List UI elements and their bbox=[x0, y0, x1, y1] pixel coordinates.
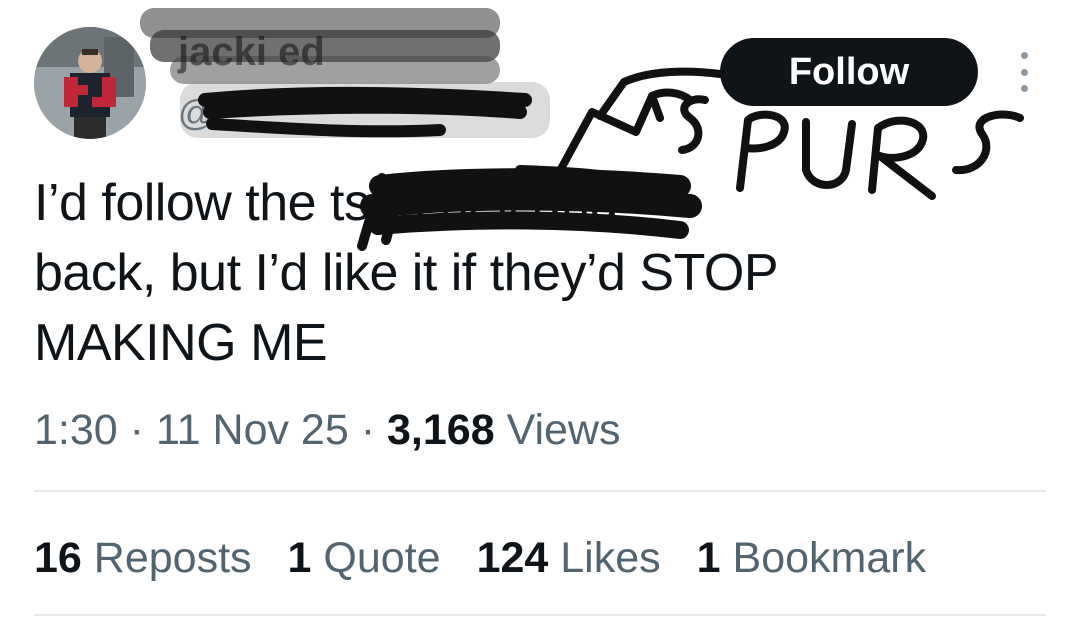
author-name-row[interactable]: jacki ed bbox=[178, 22, 325, 82]
tweet-text-line-1: I’d follow the ts to hell and bbox=[34, 174, 618, 232]
meta-separator: · bbox=[360, 406, 376, 454]
views-count: 3,168 bbox=[387, 406, 495, 454]
dot bbox=[1020, 52, 1028, 59]
views-label: Views bbox=[506, 406, 621, 454]
stat-label: Quote bbox=[323, 534, 441, 582]
redaction-handle bbox=[180, 82, 550, 138]
stat-quotes[interactable]: 1 Quote bbox=[288, 528, 441, 588]
dot bbox=[1020, 68, 1028, 76]
tweet-text-line-2: back, but I’d like it if they’d STOP bbox=[34, 244, 779, 302]
stat-count: 124 bbox=[476, 534, 549, 582]
more-horizontal-dots-icon[interactable] bbox=[1006, 52, 1042, 92]
scribble-arrow bbox=[552, 67, 724, 182]
stat-count: 1 bbox=[287, 534, 312, 582]
stat-count: 16 bbox=[34, 534, 82, 582]
stat-count: 1 bbox=[696, 534, 721, 582]
divider bbox=[34, 490, 1046, 492]
stat-label: Bookmark bbox=[732, 534, 927, 582]
avatar-image bbox=[34, 27, 146, 139]
stat-likes[interactable]: 124 Likes bbox=[477, 528, 661, 588]
tweet-text-line-3: MAKING ME bbox=[34, 314, 328, 372]
tweet-text: I’d follow the ts to hell and back, but … bbox=[34, 168, 1034, 378]
stat-label: Likes bbox=[560, 534, 661, 582]
meta-separator: · bbox=[129, 406, 144, 454]
tweet-meta: 1:30 · 11 Nov 25 · 3,168 Views bbox=[34, 400, 621, 460]
stat-label: Reposts bbox=[93, 534, 252, 582]
tweet-time[interactable]: 1:30 bbox=[34, 406, 118, 454]
stat-reposts[interactable]: 16 Reposts bbox=[34, 528, 252, 588]
follow-button[interactable]: Follow bbox=[720, 38, 978, 106]
stat-bookmarks[interactable]: 1 Bookmark bbox=[697, 528, 926, 588]
tweet-date[interactable]: 11 Nov 25 bbox=[156, 406, 349, 454]
author-handle[interactable]: @ bbox=[178, 88, 215, 138]
author-display-name[interactable]: jacki ed bbox=[178, 30, 325, 74]
dot bbox=[1020, 85, 1028, 92]
avatar[interactable] bbox=[34, 27, 146, 139]
divider bbox=[34, 614, 1046, 616]
engagement-stats: 16 Reposts 1 Quote 124 Likes 1 Bookmark bbox=[34, 528, 962, 588]
